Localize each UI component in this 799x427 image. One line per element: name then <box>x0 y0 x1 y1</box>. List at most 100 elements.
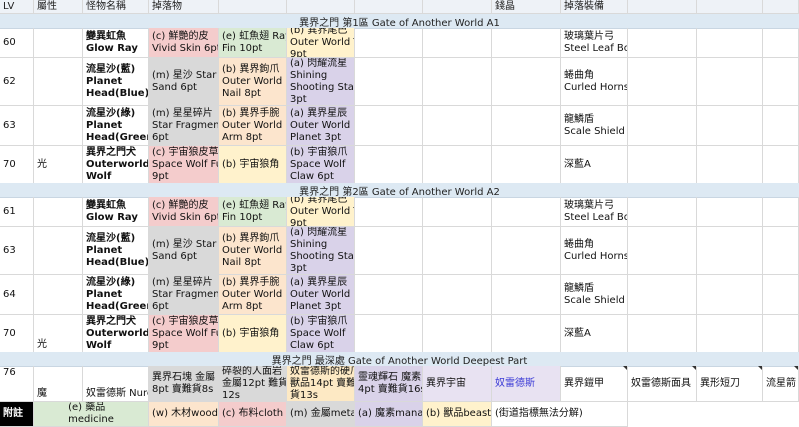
level-cell[interactable]: 70 <box>0 146 34 184</box>
drop-cell[interactable]: (b) 異界手腕 Outer World Arm 8pt <box>219 106 287 146</box>
empty-cell[interactable] <box>423 106 492 146</box>
drop-cell[interactable]: (b) 異界尾巴Outer World Tail9pt <box>287 28 355 58</box>
drop-cell[interactable]: (m) 星星碎片 Star Fragment 6pt <box>149 106 219 146</box>
equipment-cell[interactable]: 奴雷德斯面具 <box>628 366 697 402</box>
drop-cell[interactable]: 異界石塊 金屬 8pt 賣難貨8s <box>149 366 219 402</box>
monster-name-cell[interactable]: 變異虹魚 Glow Ray <box>83 197 149 227</box>
level-cell[interactable]: 60 <box>0 28 34 58</box>
level-cell[interactable]: 62 <box>0 58 34 106</box>
empty-cell[interactable] <box>423 58 492 106</box>
empty-cell[interactable] <box>763 315 799 353</box>
equipment-cell[interactable]: 深藍A <box>561 146 628 184</box>
monster-name-cell[interactable]: 流星沙(藍) Planet Head(Blue) <box>83 58 149 106</box>
equipment-cell[interactable]: 蜷曲角 Curled Horns <box>561 58 628 106</box>
attribute-cell[interactable] <box>34 227 83 275</box>
crystal-cell[interactable] <box>492 197 561 227</box>
empty-cell[interactable] <box>628 28 697 58</box>
drop-cell[interactable]: (c) 鮮艷的皮 Vivid Skin 6pt <box>149 197 219 227</box>
legend-item[interactable]: (街道指標無法分解) <box>492 402 628 427</box>
empty-cell[interactable] <box>763 106 799 146</box>
empty-cell[interactable] <box>423 315 492 353</box>
monster-name-cell[interactable]: 變異虹魚 Glow Ray <box>83 28 149 58</box>
crystal-cell[interactable]: 奴雷德斯 <box>492 366 561 402</box>
drop-cell[interactable]: (a) 異界星辰 Outer World Planet 3pt <box>287 106 355 146</box>
drop-cell[interactable]: 碎裂的人面岩 金屬12pt 難貨 12s <box>219 366 287 402</box>
empty-cell[interactable] <box>697 197 763 227</box>
equipment-cell[interactable]: 流星箭 <box>763 366 799 402</box>
header-d3[interactable] <box>287 0 355 14</box>
empty-cell[interactable] <box>763 58 799 106</box>
equipment-cell[interactable]: 異形短刀 <box>697 366 763 402</box>
equipment-cell[interactable]: 深藍A <box>561 315 628 353</box>
empty-cell[interactable] <box>423 28 492 58</box>
monster-name-cell[interactable]: 流星沙(藍) Planet Head(Blue) <box>83 227 149 275</box>
monster-name-cell[interactable]: 奴雷德斯 Nureth <box>83 366 149 402</box>
empty-cell[interactable] <box>628 146 697 184</box>
drop-cell[interactable]: (m) 星星碎片 Star Fragment 6pt <box>149 275 219 315</box>
drop-cell[interactable]: (b) 宇宙狼角 <box>219 315 287 353</box>
empty-cell[interactable] <box>628 197 697 227</box>
drop-cell[interactable]: (a) 閃耀流星 Shining Shooting Star 3pt <box>287 58 355 106</box>
crystal-cell[interactable] <box>492 146 561 184</box>
empty-cell[interactable] <box>423 227 492 275</box>
empty-cell[interactable] <box>763 275 799 315</box>
drop-cell[interactable]: (b) 異界尾巴Outer World Tail9pt <box>287 197 355 227</box>
crystal-cell[interactable] <box>492 315 561 353</box>
empty-cell[interactable] <box>697 227 763 275</box>
level-cell[interactable]: 61 <box>0 197 34 227</box>
header-d5[interactable] <box>423 0 492 14</box>
drop-cell[interactable]: (m) 星沙 Star Sand 6pt <box>149 58 219 106</box>
header-lv[interactable]: LV <box>0 0 34 14</box>
drop-cell[interactable]: (b) 異界鉤爪 Outer World Nail 8pt <box>219 227 287 275</box>
empty-cell[interactable] <box>697 146 763 184</box>
empty-cell[interactable] <box>355 275 423 315</box>
empty-cell[interactable] <box>628 227 697 275</box>
attribute-cell[interactable]: 魔 <box>34 366 83 402</box>
crystal-cell[interactable] <box>492 58 561 106</box>
attribute-cell[interactable]: 光 <box>34 315 83 353</box>
empty-cell[interactable] <box>763 28 799 58</box>
empty-cell[interactable] <box>355 197 423 227</box>
empty-cell[interactable] <box>697 275 763 315</box>
drop-cell[interactable]: (e) 虹魚翅 Ray Fin 10pt <box>219 28 287 58</box>
legend-item[interactable]: (a) 魔素mana <box>355 402 423 427</box>
drop-cell[interactable]: (m) 星沙 Star Sand 6pt <box>149 227 219 275</box>
attribute-cell[interactable] <box>34 28 83 58</box>
empty-cell[interactable] <box>355 315 423 353</box>
equipment-cell[interactable]: 龍鱗盾 Scale Shield <box>561 106 628 146</box>
empty-cell[interactable] <box>763 146 799 184</box>
empty-cell[interactable] <box>763 227 799 275</box>
level-cell[interactable]: 70 <box>0 315 34 353</box>
crystal-cell[interactable] <box>492 275 561 315</box>
empty-cell[interactable] <box>355 28 423 58</box>
drop-cell[interactable]: (b) 宇宙狼爪 Space Wolf Claw 6pt <box>287 315 355 353</box>
level-cell[interactable]: 76 <box>0 366 34 402</box>
legend-item[interactable]: (w) 木材wood <box>149 402 219 427</box>
legend-item[interactable]: (e) 藥品 medicine <box>34 402 149 427</box>
empty-cell[interactable] <box>423 146 492 184</box>
drop-cell[interactable]: (c) 鮮艷的皮 Vivid Skin 6pt <box>149 28 219 58</box>
drop-cell[interactable]: (a) 異界星辰 Outer World Planet 3pt <box>287 275 355 315</box>
header-d1[interactable]: 掉落物 <box>149 0 219 14</box>
monster-name-cell[interactable]: 流星沙(綠)PlanetHead(Green) <box>83 106 149 146</box>
empty-cell[interactable] <box>628 275 697 315</box>
crystal-cell[interactable] <box>492 227 561 275</box>
header-mon[interactable]: 怪物名稱 <box>83 0 149 14</box>
drop-cell[interactable]: (b) 宇宙狼角 <box>219 146 287 184</box>
drop-cell[interactable]: (b) 宇宙狼爪 Space Wolf Claw 6pt <box>287 146 355 184</box>
header-eq[interactable]: 掉落裝備 <box>561 0 628 14</box>
legend-item[interactable]: (c) 布料cloth <box>219 402 287 427</box>
empty-cell[interactable] <box>355 146 423 184</box>
equipment-cell[interactable]: 玻璃葉片弓Steel Leaf Bow <box>561 28 628 58</box>
legend-item[interactable]: (b) 獸品beast <box>423 402 492 427</box>
monster-name-cell[interactable]: 異界之門犬 Outerworld Wolf <box>83 146 149 184</box>
empty-cell[interactable] <box>763 197 799 227</box>
header-eq4[interactable] <box>763 0 799 14</box>
drop-cell[interactable]: 異界宇宙 <box>423 366 492 402</box>
empty-cell[interactable] <box>697 28 763 58</box>
equipment-cell[interactable]: 玻璃葉片弓Steel Leaf Bow <box>561 197 628 227</box>
equipment-cell[interactable]: 龍鱗盾 Scale Shield <box>561 275 628 315</box>
drop-cell[interactable]: 靈魂輝石 魔素 4pt 賣難貨16s <box>355 366 423 402</box>
empty-cell[interactable] <box>697 58 763 106</box>
drop-cell[interactable]: (b) 異界手腕 Outer World Arm 8pt <box>219 275 287 315</box>
